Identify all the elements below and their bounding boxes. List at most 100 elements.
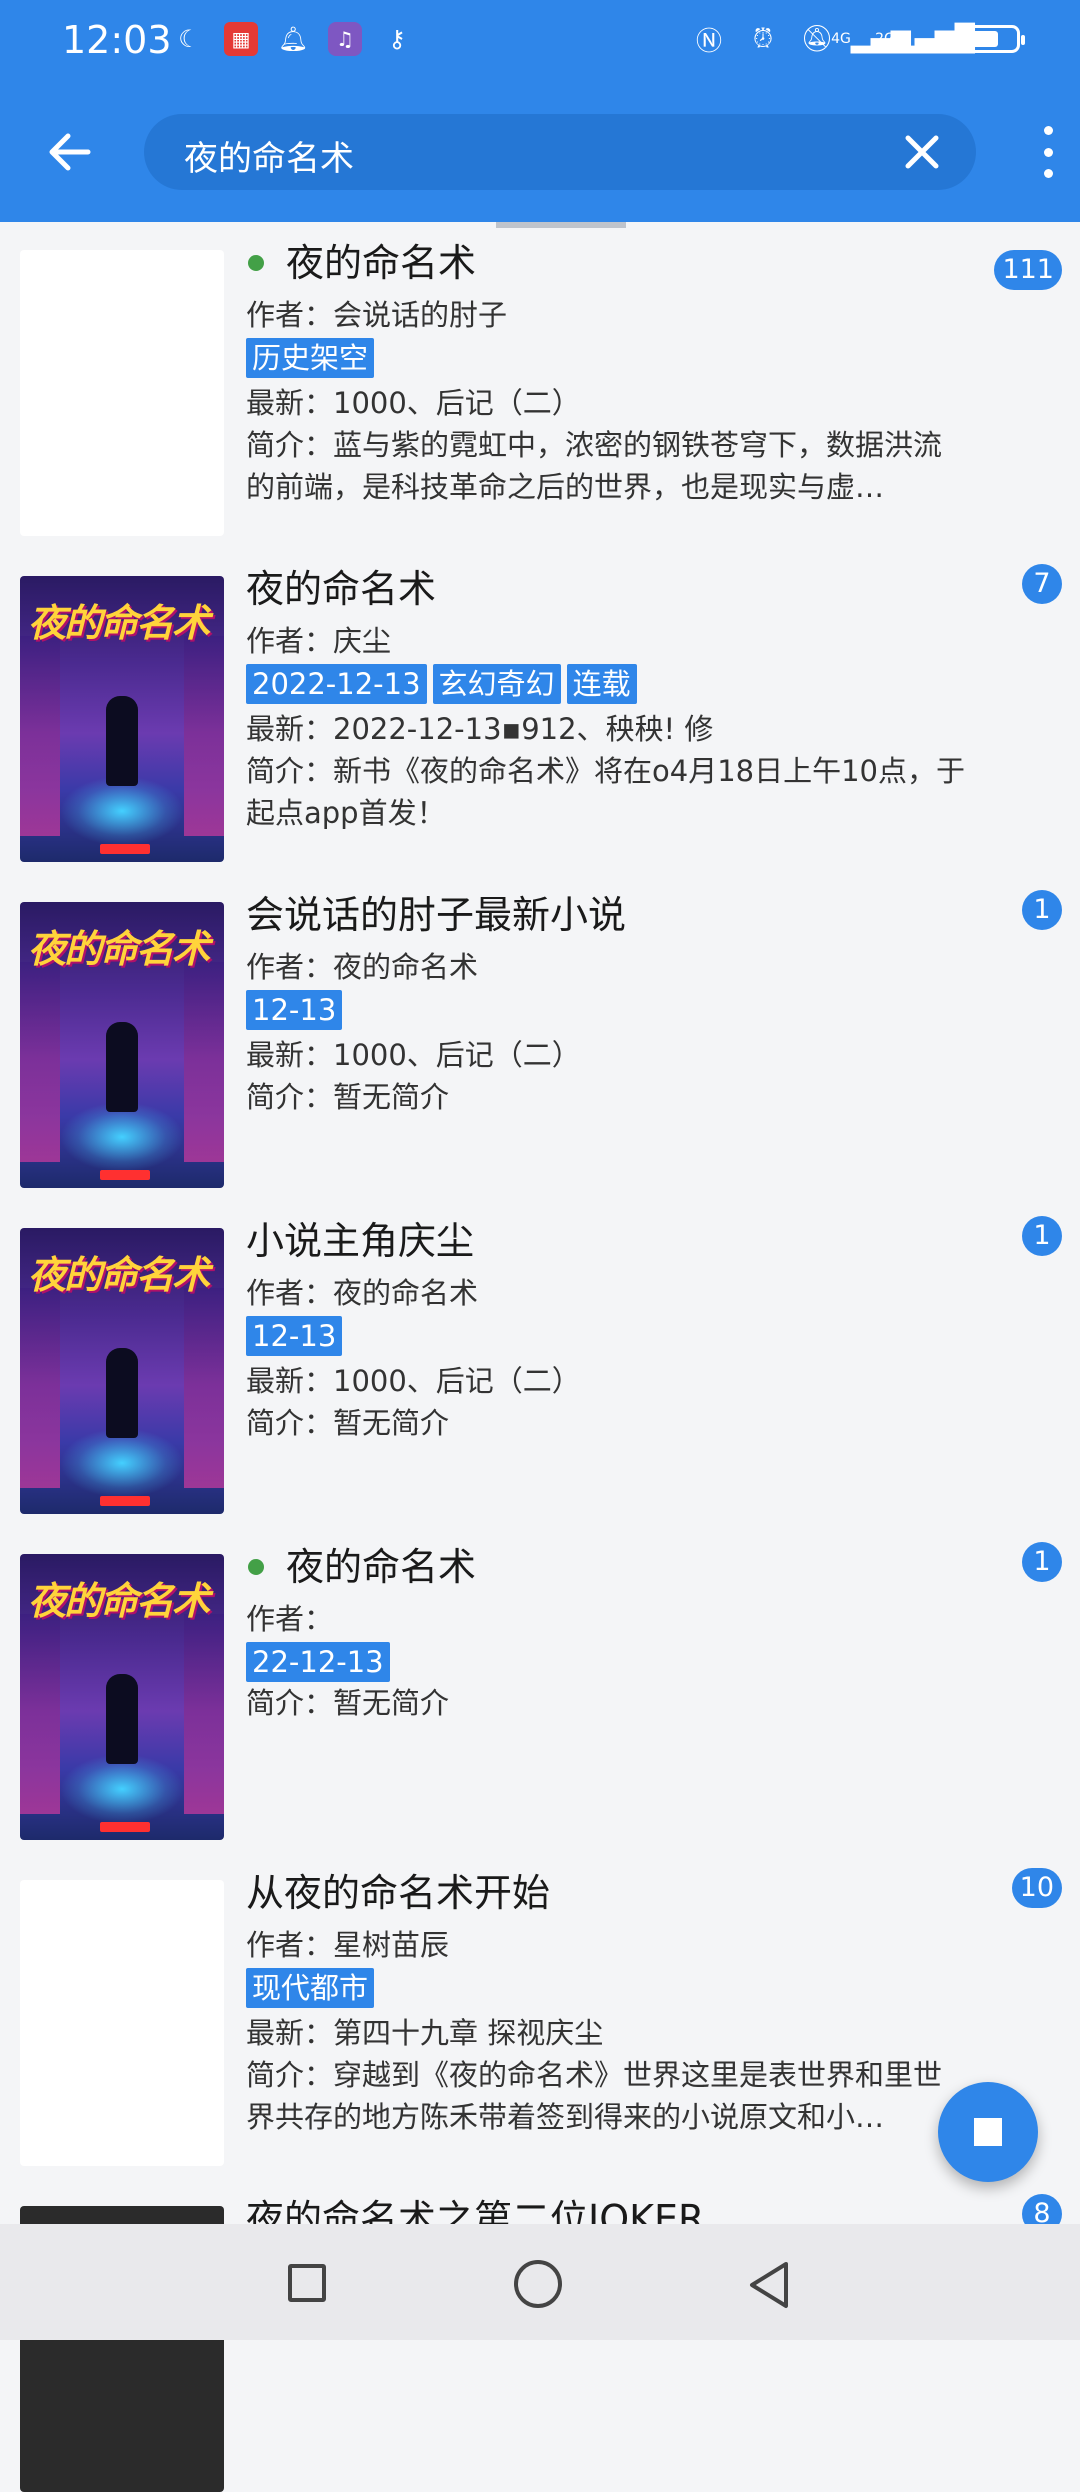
update-dot-icon	[248, 1559, 264, 1575]
latest-chapter: 最新：1000、后记（二）	[246, 1364, 581, 1398]
search-input[interactable]: 夜的命名术	[184, 131, 354, 180]
cover-art-glow	[60, 1754, 184, 1824]
book-tag: 现代都市	[246, 1968, 375, 2008]
close-icon	[905, 135, 939, 169]
book-cover: 夜的命名术	[20, 1554, 224, 1840]
latest-chapter: 最新：1000、后记（二）	[246, 386, 581, 420]
book-tags: 12-13	[246, 1316, 970, 1356]
book-title-text: 夜的命名术	[286, 241, 477, 285]
book-title-text: 会说话的肘子最新小说	[246, 893, 627, 937]
cover-title: 夜的命名术	[28, 600, 210, 645]
book-tags: 12-13	[246, 990, 970, 1030]
book-author: 作者：星树苗辰	[246, 1928, 450, 1962]
mute-bell-icon: 🔕︎	[800, 24, 834, 54]
book-cover: 夜的命名术	[20, 902, 224, 1188]
notification-bell-icon: 🔔︎	[277, 25, 309, 53]
book-info: 会说话的肘子最新小说作者：夜的命名术 12-13 最新：1000、后记（二） 简介：暂…	[246, 892, 970, 1118]
search-field[interactable]: 夜的命名术	[144, 114, 976, 190]
latest-chapter: 最新：2022-12-13▪912、秧秧! 修	[246, 712, 714, 746]
book-title: 会说话的肘子最新小说	[246, 892, 970, 938]
book-tag: 2022-12-13	[246, 664, 427, 704]
book-title-text: 小说主角庆尘	[246, 1219, 475, 1263]
cover-art-bldg-r	[184, 1288, 224, 1488]
moon-icon: ☾	[178, 25, 200, 53]
book-info: 小说主角庆尘 作者：夜的命名术 12-13 最新：1000、后记（二） 简介：暂无简介	[246, 1218, 970, 1444]
system-back-button[interactable]	[744, 2258, 794, 2312]
cover-art-bldg-r	[184, 962, 224, 1162]
music-app-icon: ♫	[328, 22, 362, 56]
cover-art-pub	[100, 1496, 150, 1506]
book-info: 夜的命名术 作者：庆尘 2022-12-13 玄幻奇幻 连载 最新：2022-12-13▪…	[246, 566, 970, 834]
book-tag: 历史架空	[246, 338, 375, 378]
book-tags: 历史架空	[246, 338, 970, 378]
book-title: 从夜的命名术开始	[246, 1870, 970, 1916]
cover-art-bldg-l	[20, 962, 60, 1162]
more-vert-icon-dot	[1043, 169, 1053, 178]
app-red-icon: ▦	[224, 22, 258, 56]
latest-chapter: 最新：1000、后记（二）	[246, 1038, 581, 1072]
cover-art-pub	[100, 1170, 150, 1180]
stop-search-button[interactable]	[938, 2082, 1038, 2182]
book-result-item[interactable]: 夜的命名术作者：会说话的肘子历史架空最新：1000、后记（二） 简介：蓝与紫的霓虹…	[0, 228, 1080, 536]
book-title: 夜的命名术	[246, 1544, 970, 1590]
signal-2g-icon: 2G ▂▄▆█	[875, 24, 975, 54]
book-author: 作者：庆尘	[246, 624, 392, 658]
book-cover: 夜的命名术	[20, 576, 224, 862]
book-result-item[interactable]: 从夜的命名术开始作者：星树苗辰现代都市最新：第四十九章 探视庆尘简介：穿越到《夜…	[0, 1858, 1080, 2166]
book-result-item[interactable]: 夜的命名术 夜的命名术 作者：庆尘 2022-12-13 玄幻奇幻 连载 最新：2022-1…	[0, 554, 1080, 862]
back-button[interactable]	[42, 124, 102, 180]
book-info: 从夜的命名术开始作者：星树苗辰现代都市最新：第四十九章 探视庆尘简介：穿越到《夜…	[246, 1870, 970, 2138]
book-intro: 简介：蓝与紫的霓虹中，浓密的钢铁苍穹下，数据洪流的前端，是科技革命之后的世界，也…	[246, 428, 943, 504]
book-title-text: 夜的命名术	[286, 1545, 477, 1589]
book-tags: 22-12-13	[246, 1642, 970, 1682]
book-tag: 12-13	[246, 990, 343, 1030]
recent-apps-button[interactable]	[288, 2264, 326, 2302]
book-intro: 简介：穿越到《夜的命名术》世界这里是表世界和里世界共存的地方陈禾带着签到得来的小…	[246, 2058, 943, 2134]
cover-art-fig	[106, 696, 138, 786]
cover-art-fig	[106, 1674, 138, 1764]
status-right-icons: Ⓝ ⏰︎ 🔕︎ 4G ▂▄▆ 2G ▂▄▆█	[692, 22, 1025, 57]
source-count-badge: 1	[1022, 1542, 1062, 1582]
book-title: 小说主角庆尘	[246, 1218, 970, 1264]
home-button[interactable]	[514, 2260, 562, 2308]
book-tags: 现代都市	[246, 1968, 970, 2008]
nfc-icon: Ⓝ	[695, 26, 722, 57]
cover-art-bldg-r	[184, 1614, 224, 1814]
stop-icon	[974, 2118, 1002, 2146]
book-author: 作者：	[246, 1602, 334, 1636]
book-author: 作者：会说话的肘子	[246, 298, 508, 332]
cover-art-glow	[60, 1102, 184, 1172]
book-result-item[interactable]: 夜的命名术 夜的命名术 作者： 22-12-13 简介：暂无简介 1	[0, 1532, 1080, 1840]
cover-art-pub	[100, 844, 150, 854]
cover-title: 夜的命名术	[28, 1578, 210, 1623]
book-tag: 连载	[566, 664, 637, 704]
cover-title: 夜的命名术	[28, 1252, 210, 1297]
app-header: 12:03 ☾ ▦ 🔔︎ ♫ ⚷ Ⓝ ⏰︎ 🔕︎ 4G ▂▄▆ 2G ▂▄▆█ 夜的…	[0, 0, 1080, 222]
latest-chapter: 最新：第四十九章 探视庆尘	[246, 2016, 604, 2050]
source-count-badge: 111	[994, 250, 1062, 290]
update-dot-icon	[248, 255, 264, 271]
cover-art-pub	[100, 1822, 150, 1832]
source-count-badge: 1	[1022, 1216, 1062, 1256]
book-tag: 玄幻奇幻	[432, 664, 561, 704]
book-result-item[interactable]: 夜的命名术 小说主角庆尘 作者：夜的命名术 12-13 最新：1000、后记（二） 简介：…	[0, 1206, 1080, 1514]
cover-title: 夜的命名术	[28, 926, 210, 971]
system-navigation-bar	[0, 2224, 1080, 2340]
clear-search-button[interactable]	[898, 128, 946, 176]
book-info: 夜的命名术 作者： 22-12-13 简介：暂无简介	[246, 1544, 970, 1724]
book-title-text: 从夜的命名术开始	[246, 1871, 551, 1915]
book-intro: 简介：暂无简介	[246, 1080, 450, 1114]
book-tags: 2022-12-13 玄幻奇幻 连载	[246, 664, 970, 704]
more-vert-icon-dot	[1043, 126, 1053, 135]
book-cover	[20, 250, 224, 536]
cover-art-bldg-l	[20, 1288, 60, 1488]
key-icon: ⚷	[388, 25, 406, 53]
book-result-item[interactable]: 夜的命名术 会说话的肘子最新小说作者：夜的命名术 12-13 最新：1000、后记（二…	[0, 880, 1080, 1188]
status-time: 12:03	[62, 18, 172, 62]
back-triangle-icon	[750, 2262, 788, 2308]
more-options-button[interactable]	[1038, 126, 1058, 178]
book-author: 作者：夜的命名术	[246, 950, 479, 984]
cover-art-glow	[60, 1428, 184, 1498]
battery-icon	[962, 25, 1025, 53]
book-author: 作者：夜的命名术	[246, 1276, 479, 1310]
